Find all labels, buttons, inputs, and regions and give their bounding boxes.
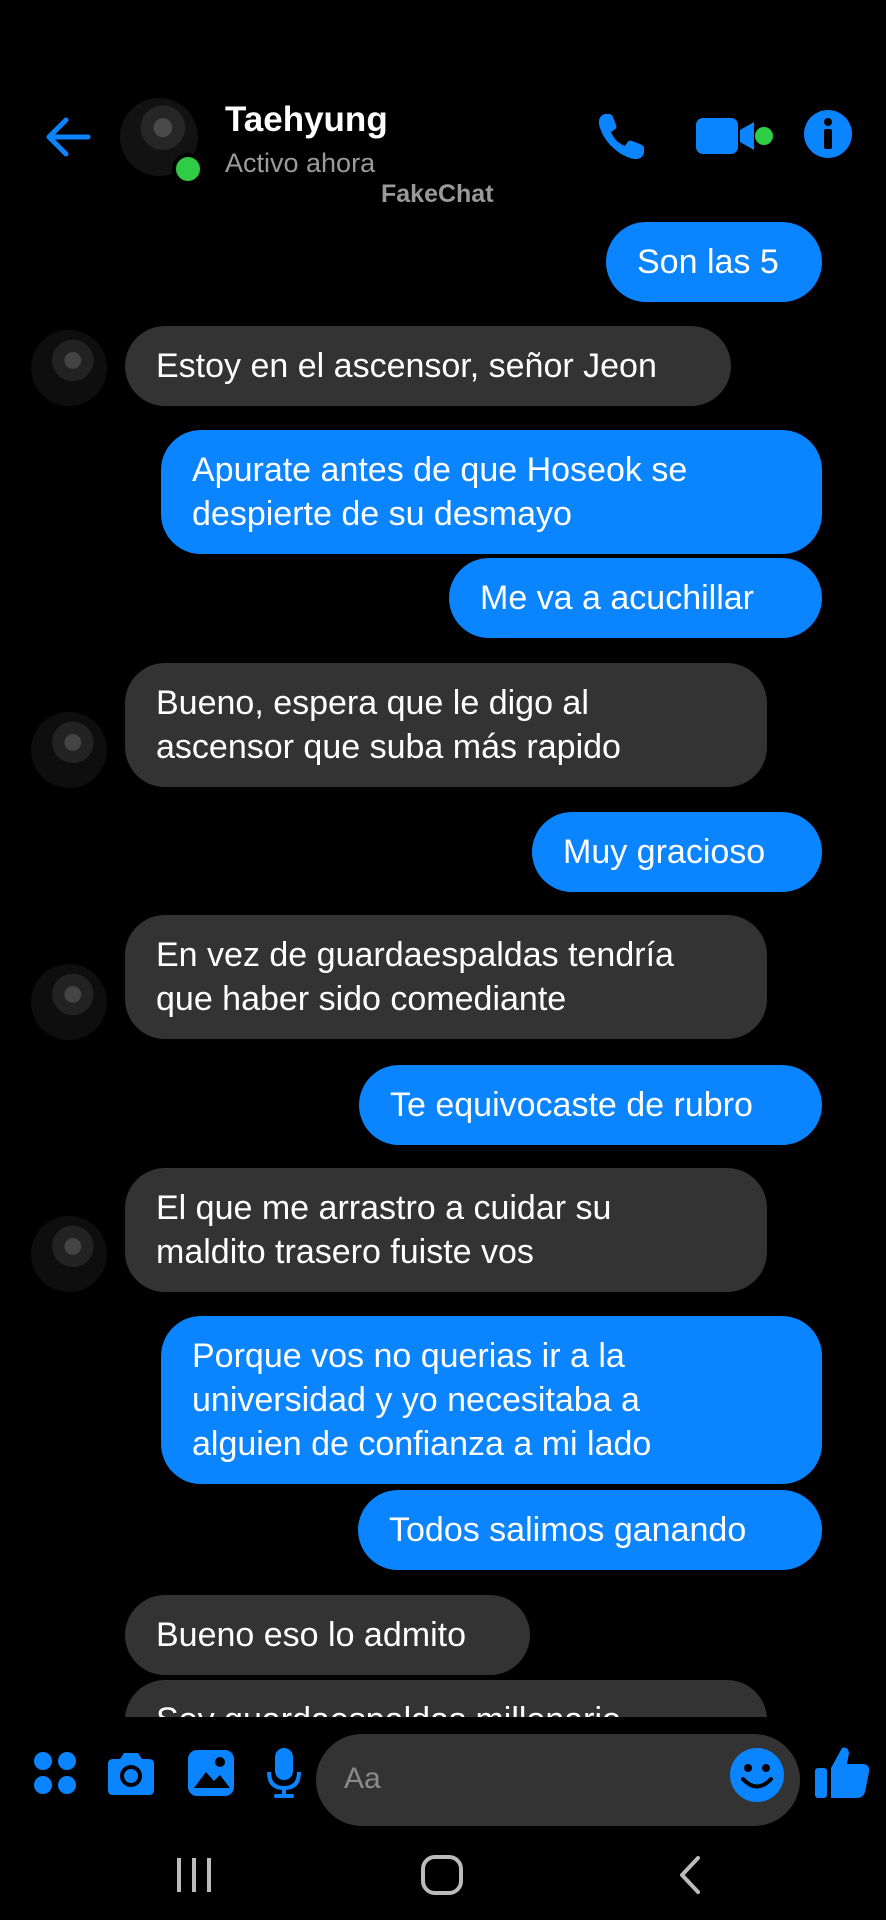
incoming-message[interactable]: Soy guardaespaldas millonario [125,1680,767,1717]
sender-avatar [31,712,107,788]
outgoing-message[interactable]: Muy gracioso [532,812,822,892]
sender-avatar [31,1216,107,1292]
message-composer: Aa [0,1718,886,1828]
incoming-message[interactable]: El que me arrastro a cuidar su maldito t… [125,1168,767,1292]
phone-icon[interactable] [592,108,650,166]
incoming-message[interactable]: Bueno eso lo admito [125,1595,530,1675]
incoming-message[interactable]: Bueno, espera que le digo al ascensor qu… [125,663,767,787]
outgoing-message[interactable]: Te equivocaste de rubro [359,1065,822,1145]
apps-icon[interactable] [32,1750,78,1796]
message-input-placeholder: Aa [344,1762,381,1795]
thumbs-up-icon[interactable] [812,1742,872,1802]
microphone-icon[interactable] [264,1746,304,1800]
online-indicator [172,153,204,185]
contact-name[interactable]: Taehyung [225,100,388,140]
sender-avatar [31,964,107,1040]
video-call-icon[interactable] [694,108,776,164]
info-icon[interactable] [802,108,854,160]
incoming-message[interactable]: En vez de guardaespaldas tendría que hab… [125,915,767,1039]
gallery-icon[interactable] [186,1748,236,1798]
outgoing-message[interactable]: Me va a acuchillar [449,558,822,638]
incoming-message[interactable]: Estoy en el ascensor, señor Jeon [125,326,731,406]
recent-apps-icon[interactable] [164,1850,224,1900]
watermark: FakeChat [381,180,494,208]
back-arrow-icon[interactable] [40,110,94,164]
home-icon[interactable] [412,1850,472,1900]
sender-avatar [31,330,107,406]
camera-icon[interactable] [104,1750,158,1798]
outgoing-message[interactable]: Apurate antes de que Hoseok se despierte… [161,430,822,554]
outgoing-message[interactable]: Son las 5 [606,222,822,302]
emoji-icon[interactable] [728,1746,786,1804]
outgoing-message[interactable]: Todos salimos ganando [358,1490,822,1570]
chat-header: Taehyung Activo ahora FakeChat [0,0,886,210]
message-list[interactable]: Son las 5 Estoy en el ascensor, señor Je… [0,215,886,1717]
system-navigation-bar [0,1830,886,1920]
contact-status: Activo ahora [225,148,376,178]
back-icon[interactable] [660,1850,720,1900]
outgoing-message[interactable]: Porque vos no querias ir a la universida… [161,1316,822,1484]
message-input[interactable]: Aa [316,1734,800,1826]
